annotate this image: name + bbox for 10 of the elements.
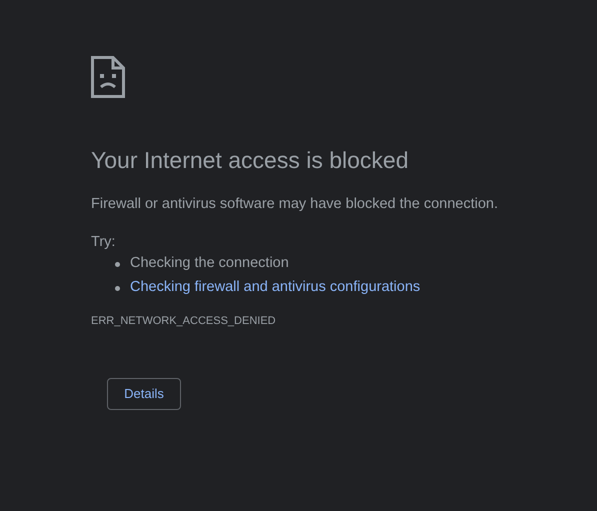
suggestion-text: Checking the connection xyxy=(130,254,289,274)
bullet-icon xyxy=(115,286,120,290)
sad-page-icon xyxy=(91,56,125,98)
error-code: ERR_NETWORK_ACCESS_DENIED xyxy=(91,314,276,328)
details-button[interactable]: Details xyxy=(107,378,181,410)
error-heading: Your Internet access is blocked xyxy=(91,146,408,174)
error-message: Firewall or antivirus software may have blocked the connection. xyxy=(91,195,498,214)
try-label: Try: xyxy=(91,233,116,252)
bullet-icon xyxy=(115,262,120,266)
suggestion-link[interactable]: Checking firewall and antivirus configurations xyxy=(130,277,420,299)
